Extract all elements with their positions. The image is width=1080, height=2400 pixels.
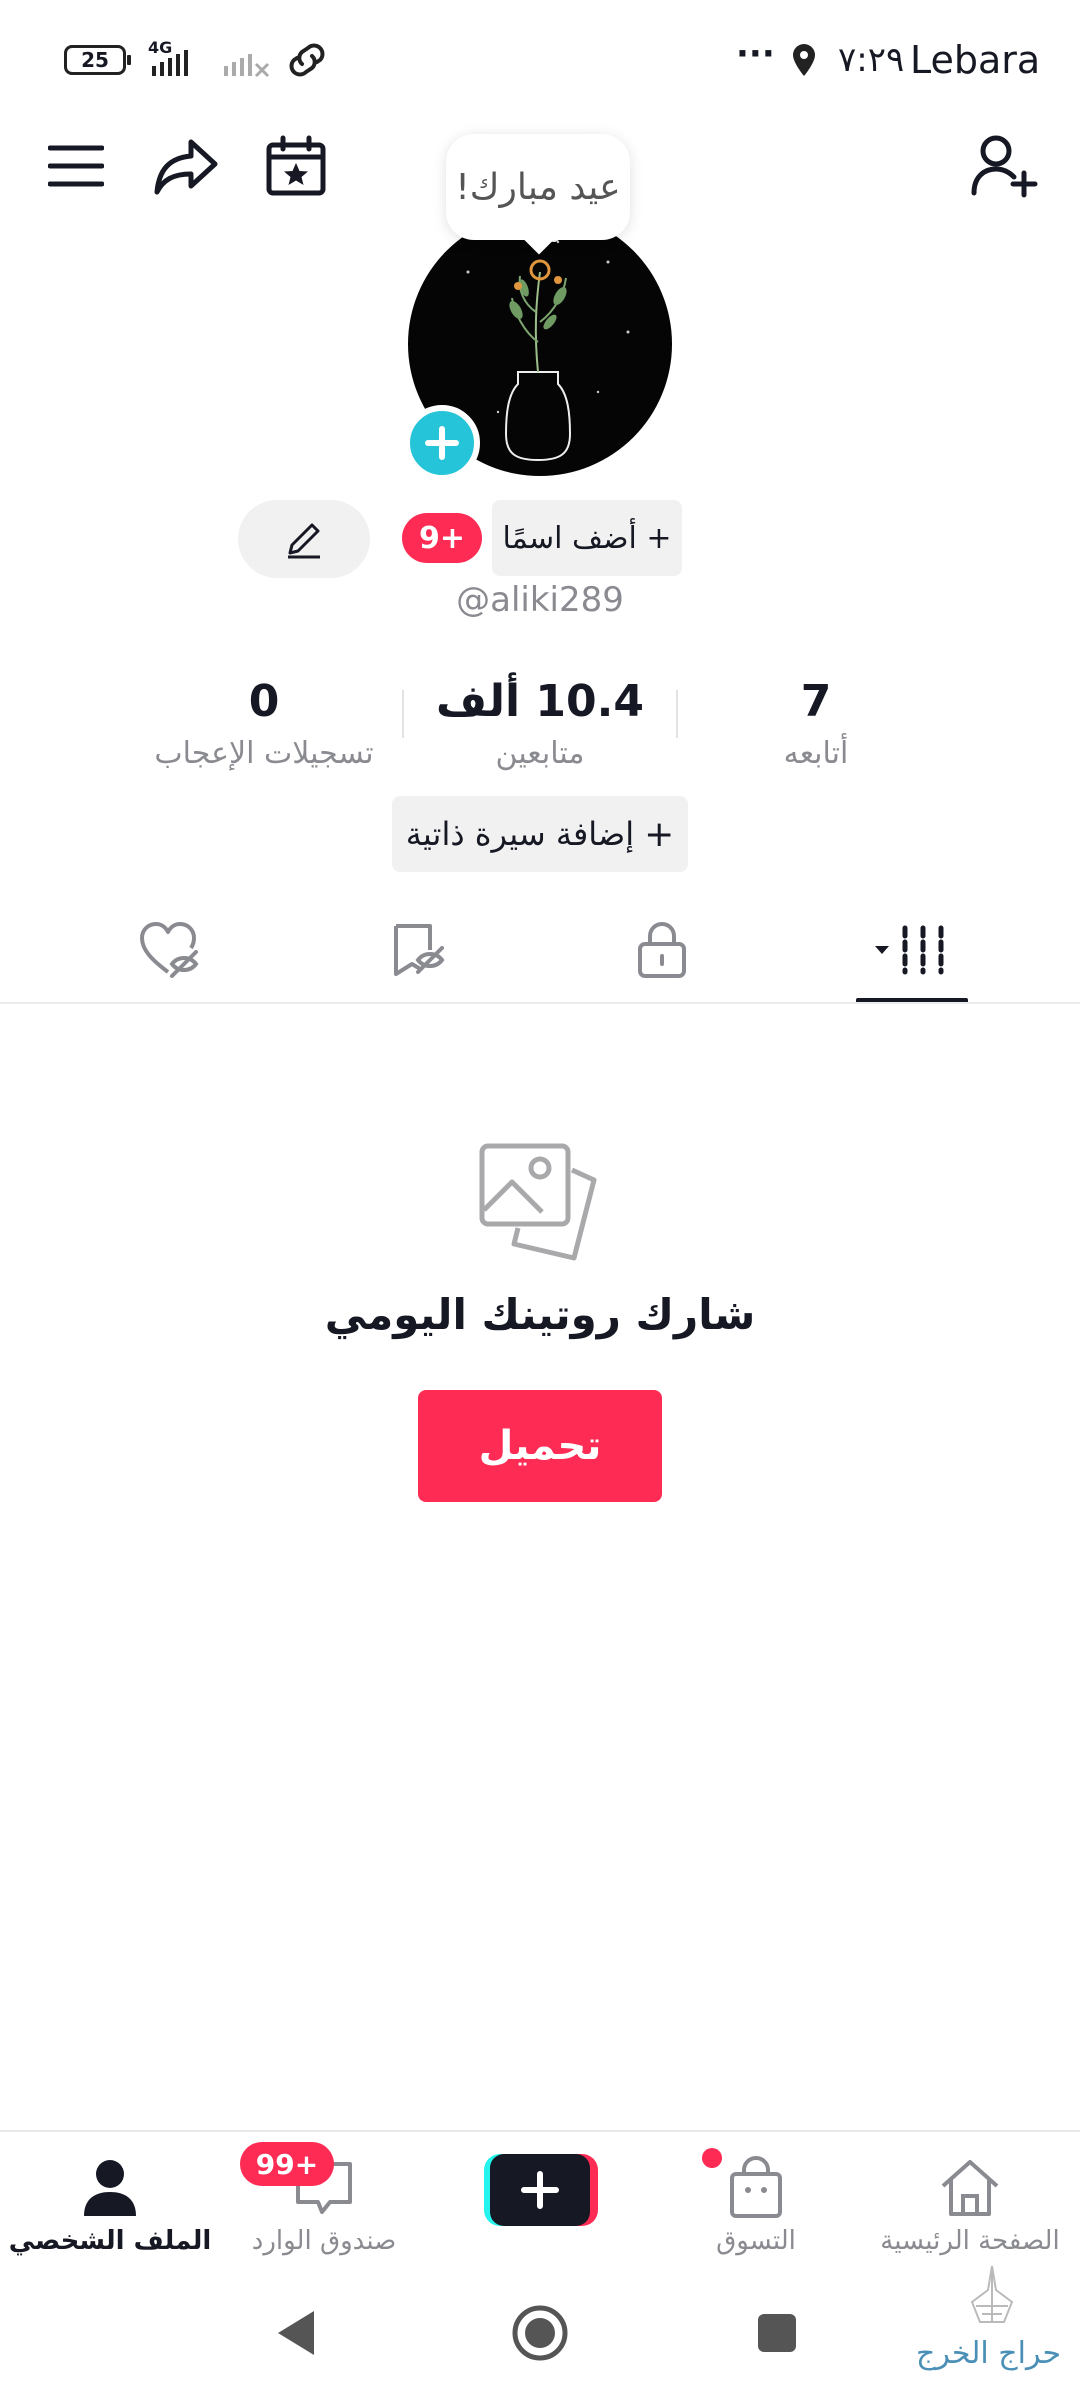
share-button[interactable] [146,126,226,206]
add-bio-plus: + [644,813,675,855]
link-icon [289,43,325,77]
person-plus-icon [971,135,1038,198]
inbox-badge-count: 99+ [255,2147,319,2181]
likes-stat[interactable]: 0 تسجيلات الإعجاب [144,672,384,776]
home-icon [941,2160,999,2216]
likes-label: تسجيلات الإعجاب [154,736,374,771]
greeting-bubble: عيد مبارك! [446,134,630,240]
nav-shop[interactable]: التسوق [646,2154,866,2260]
inbox-badge: 99+ [240,2142,334,2186]
following-label: أتابعه [783,736,849,771]
clock: ٧:٢٩ [838,40,905,80]
tab-reposts[interactable] [328,900,508,1000]
share-icon [154,139,218,195]
add-friend-button[interactable] [964,126,1044,206]
recents-square-icon [758,2314,796,2352]
calendar-star-icon [266,135,326,196]
shopping-bag-icon [730,2156,782,2218]
battery-indicator: 25 [64,45,131,75]
more-indicator: ··· [736,34,775,74]
plus-icon [425,426,459,460]
menu-button[interactable] [38,130,114,202]
followers-count: 10.4 ألف [436,676,644,727]
watermark-logo [970,2265,1014,2323]
nav-home-label: الصفحة الرئيسية [880,2226,1060,2256]
tab-videos[interactable] [822,900,1002,1000]
create-plus-icon [484,2154,598,2226]
nav-inbox-label: صندوق الوارد [251,2226,397,2256]
username: @aliki289 [456,580,624,620]
add-bio-button[interactable]: + إضافة سيرة ذاتية [392,796,688,872]
status-bar: 25 4G ··· ٧:٢٩ Lebara [0,0,1080,120]
profile-icon [84,2160,136,2216]
recents-button[interactable] [744,2298,810,2368]
nav-home[interactable]: الصفحة الرئيسية [860,2154,1080,2260]
empty-state-title: شارك روتينك اليومي [324,1290,756,1339]
nav-shop-label: التسوق [716,2226,796,2256]
tabs-divider [0,1002,1080,1004]
notification-badge-count: 9+ [418,520,465,556]
home-system-button[interactable] [504,2298,576,2368]
back-button[interactable] [270,2298,320,2368]
calendar-button[interactable] [258,126,334,206]
following-stat[interactable]: 7 أتابعه [696,672,936,776]
photos-icon [479,1143,597,1261]
stat-divider [676,690,678,738]
upload-button-label: تحميل [478,1423,602,1469]
nav-profile[interactable]: الملف الشخصي [0,2154,220,2260]
back-triangle-icon [278,2311,314,2355]
add-bio-label: إضافة سيرة ذاتية [405,815,635,853]
tab-liked[interactable] [80,900,260,1000]
tab-private[interactable] [572,900,752,1000]
nav-create-button[interactable] [482,2152,598,2228]
upload-button[interactable]: تحميل [418,1390,662,1502]
avatar-add-button[interactable] [404,405,480,481]
lock-icon [638,922,686,978]
home-circle-icon [512,2305,568,2361]
shop-notification-dot [702,2148,722,2168]
likes-count: 0 [248,676,280,727]
watermark-text: حراج الخرج [916,2336,1062,2371]
nav-profile-label: الملف الشخصي [8,2226,212,2256]
stat-divider [402,690,404,738]
signal-icon [152,50,270,78]
followers-label: متابعين [495,736,585,771]
carrier-name: Lebara [910,38,1041,82]
following-count: 7 [800,676,832,727]
hamburger-icon [48,145,104,187]
add-name-label: + أضف اسمًا [502,520,672,556]
pencil-icon [288,523,320,559]
bottom-nav: الصفحة الرئيسية التسوق صندوق الوارد 99+ … [0,2130,1080,2268]
followers-stat[interactable]: 10.4 ألف متابعين [420,672,660,776]
location-icon [793,44,815,76]
repost-hidden-icon [394,924,445,976]
heart-hidden-icon [140,922,199,978]
add-name-button[interactable]: + أضف اسمًا [492,500,682,576]
edit-profile-button[interactable] [238,500,370,578]
grid-icon [875,925,944,975]
notification-badge[interactable]: 9+ [402,513,482,563]
greeting-text: عيد مبارك! [455,166,621,208]
system-nav-bar [0,2268,1080,2400]
